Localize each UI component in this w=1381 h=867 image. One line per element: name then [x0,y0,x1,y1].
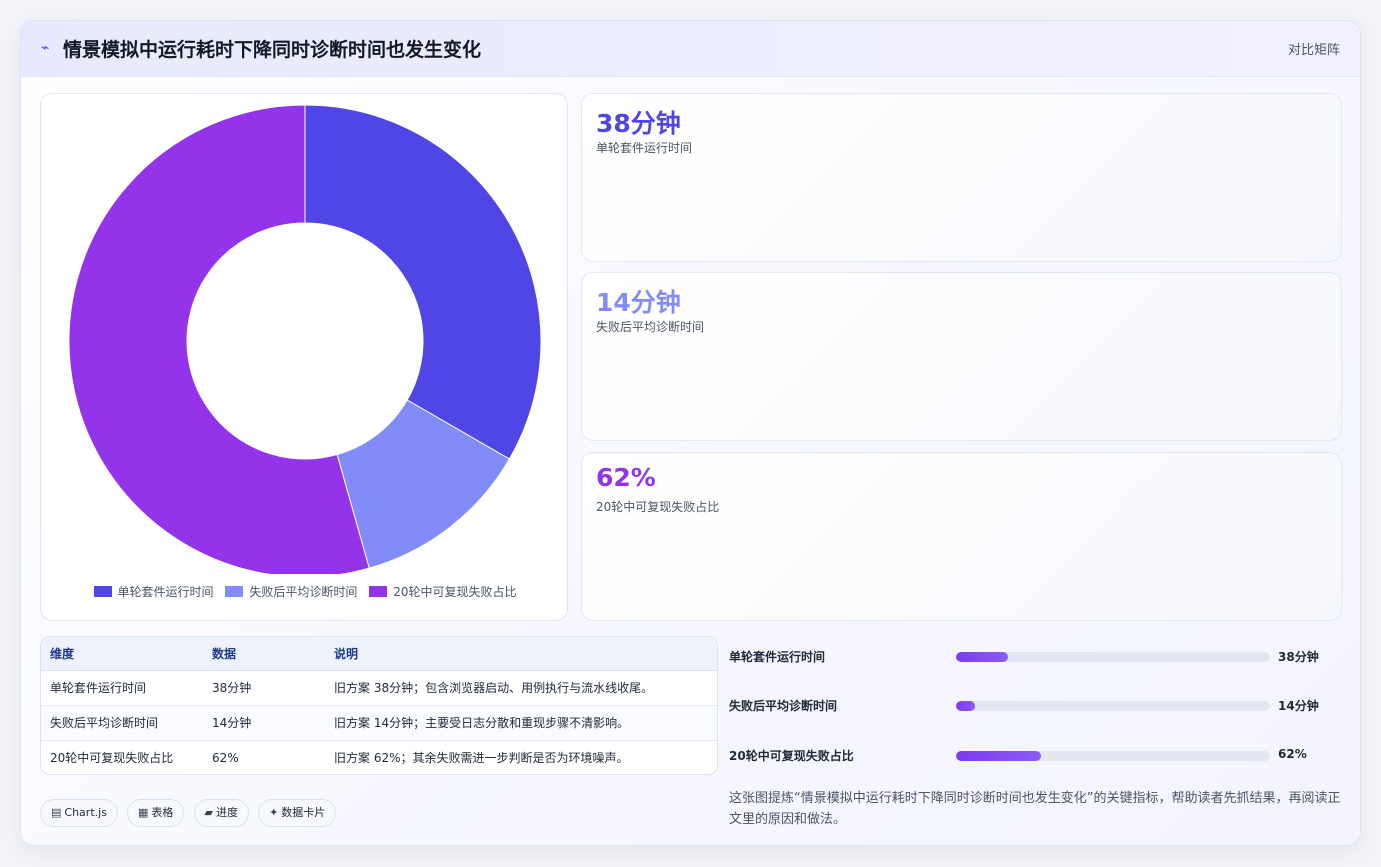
table-row: 失败后平均诊断时间 14分钟 旧方案 14分钟；主要受日志分散和重现步骤不清影响… [41,705,717,741]
table-cell: 20轮中可复现失败占比 [50,751,174,766]
chart-legend: 单轮套件运行时间 失败后平均诊断时间 20轮中可复现失败占比 [41,583,569,600]
donut-chart-card: 单轮套件运行时间 失败后平均诊断时间 20轮中可复现失败占比 [40,93,568,621]
stat-value: 38分钟 [596,109,681,138]
progress-track [956,652,1270,662]
table-row: 单轮套件运行时间 38分钟 旧方案 38分钟；包含浏览器启动、用例执行与流水线收… [41,670,717,706]
legend-item[interactable]: 失败后平均诊断时间 [225,583,357,600]
table-cell: 旧方案 62%；其余失败需进一步判断是否为环境噪声。 [334,751,629,766]
tag-label: Chart.js [64,806,107,819]
tag-progress[interactable]: ▰ 进度 [193,799,249,827]
compare-matrix-button[interactable]: 对比矩阵 [1288,39,1340,58]
summary-note: 这张图提炼“情景模拟中运行耗时下降同时诊断时间也发生变化”的关键指标，帮助读者先… [729,791,1341,827]
stat-label: 单轮套件运行时间 [596,141,693,155]
sparkle-icon: ✦ [269,806,279,819]
stat-card-diagnosis: 14分钟 失败后平均诊断时间 [581,272,1342,441]
data-table-card: 维度 数据 说明 单轮套件运行时间 38分钟 旧方案 38分钟；包含浏览器启动、… [40,636,718,775]
progress-track [956,751,1270,761]
data-table: 维度 数据 说明 单轮套件运行时间 38分钟 旧方案 38分钟；包含浏览器启动、… [41,637,717,774]
progress-icon: ▰ [204,806,213,819]
legend-swatch [93,586,112,597]
column-header: 说明 [325,637,717,671]
legend-item[interactable]: 单轮套件运行时间 [93,583,214,600]
tag-label: 表格 [151,806,174,819]
stat-value: 14分钟 [596,288,681,317]
tag-table[interactable]: ▦ 表格 [127,799,185,827]
donut-chart [68,104,542,574]
progress-label: 单轮套件运行时间 [729,650,826,664]
page-title: 情景模拟中运行耗时下降同时诊断时间也发生变化 [63,39,482,61]
table-icon: ▦ [138,806,149,819]
tag-data-card[interactable]: ✦ 数据卡片 [258,799,337,827]
legend-item[interactable]: 20轮中可复现失败占比 [369,583,516,600]
progress-fill [956,652,1008,662]
progress-track [956,701,1270,711]
tag-label: 数据卡片 [281,806,326,819]
legend-swatch [225,586,244,597]
progress-value: 62% [1278,747,1307,761]
legend-label: 失败后平均诊断时间 [249,585,358,599]
progress-label: 失败后平均诊断时间 [729,699,838,713]
stat-value: 62% [596,463,656,492]
progress-fill [956,701,975,711]
progress-row: 失败后平均诊断时间 14分钟 [729,695,1342,715]
progress-row: 20轮中可复现失败占比 62% [729,745,1342,765]
table-cell: 旧方案 38分钟；包含浏览器启动、用例执行与流水线收尾。 [325,670,717,706]
progress-value: 14分钟 [1278,699,1319,713]
tag-label: 进度 [215,806,238,819]
legend-label: 20轮中可复现失败占比 [393,585,517,599]
legend-label: 单轮套件运行时间 [117,585,214,599]
feature-tags: ▤ Chart.js ▦ 表格 ▰ 进度 ✦ 数据卡片 [40,799,340,827]
chart-line-icon: ⌁ [41,40,50,56]
table-header-row: 维度 数据 说明 [41,637,717,671]
table-cell: 14分钟 [203,705,325,741]
progress-row: 单轮套件运行时间 38分钟 [729,646,1342,666]
panel-header: ⌁ 情景模拟中运行耗时下降同时诊断时间也发生变化 对比矩阵 [21,21,1360,77]
progress-value: 38分钟 [1278,650,1319,664]
column-header: 维度 [41,637,203,671]
legend-swatch [369,586,388,597]
table-cell: 62% [212,750,239,765]
progress-fill [956,751,1041,761]
chart-icon: ▤ [51,806,62,819]
column-header: 数据 [203,637,325,671]
main-panel: ⌁ 情景模拟中运行耗时下降同时诊断时间也发生变化 对比矩阵 单轮套件运行时间 失… [20,20,1361,846]
table-cell: 失败后平均诊断时间 [41,705,203,741]
stat-card-reproducible: 62% 20轮中可复现失败占比 [581,452,1342,621]
table-row: 20轮中可复现失败占比 62% 旧方案 62%；其余失败需进一步判断是否为环境噪… [41,740,717,774]
stat-label: 20轮中可复现失败占比 [596,500,720,514]
donut-slice[interactable] [304,104,542,460]
stat-label: 失败后平均诊断时间 [596,320,705,334]
stat-card-runtime: 38分钟 单轮套件运行时间 [581,93,1342,262]
table-cell: 单轮套件运行时间 [41,670,203,706]
table-cell: 38分钟 [203,670,325,706]
progress-label: 20轮中可复现失败占比 [729,749,854,763]
table-cell: 旧方案 14分钟；主要受日志分散和重现步骤不清影响。 [325,705,717,741]
tag-chartjs[interactable]: ▤ Chart.js [40,799,118,827]
